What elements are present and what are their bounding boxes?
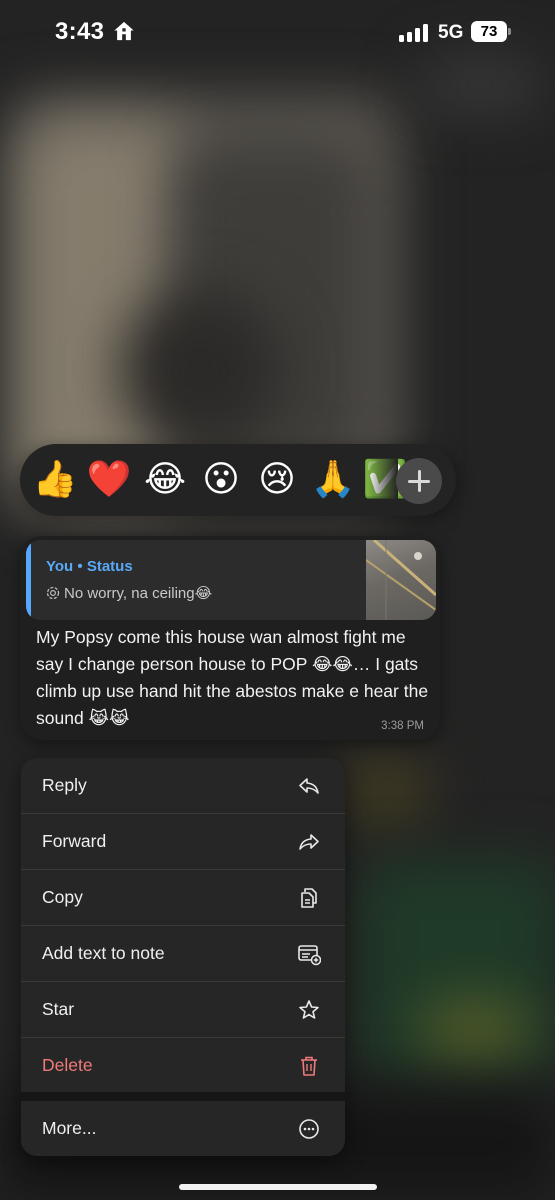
reaction-pray[interactable]: 🙏 [308,454,358,504]
menu-item-more[interactable]: More... [21,1101,345,1156]
status-ring-icon [46,586,60,600]
clock: 3:43 [55,18,105,45]
menu-item-reply[interactable]: Reply [21,758,345,814]
reaction-crying[interactable]: 😢 [252,454,302,504]
reaction-bar: 👍 ❤️ 😂 😮 😢 🙏 ✅ [20,444,456,516]
battery-tip [508,28,511,35]
quote-sender: You [46,558,74,575]
reaction-thumbs-up[interactable]: 👍 [30,454,80,504]
battery-level: 73 [480,23,498,40]
quote-header: You • Status [46,558,133,575]
message-bubble: You • Status No worry, na ceiling😂 My Po… [20,536,440,740]
message-action-menu: Reply Forward Copy Add text to note Star… [21,758,345,1156]
status-bar: 3:43 5G 73 [0,0,555,68]
message-timestamp: 3:38 PM [381,720,424,732]
network-type: 5G [438,22,464,43]
menu-item-copy[interactable]: Copy [21,870,345,926]
quote-snippet: No worry, na ceiling😂 [64,585,213,602]
more-circle-icon [299,1119,319,1139]
reaction-laughing[interactable]: 😂 [140,454,190,504]
trash-icon [301,1056,317,1076]
menu-item-forward[interactable]: Forward [21,814,345,870]
star-icon [299,1000,319,1019]
menu-item-add-text-to-note[interactable]: Add text to note [21,926,345,982]
reaction-heart[interactable]: ❤️ [84,454,134,504]
plus-icon[interactable] [396,458,442,504]
home-icon [114,21,134,41]
add-note-icon [298,945,321,966]
quote-source: Status [86,558,133,575]
forward-arrow-icon [299,834,319,850]
quoted-status-reply[interactable]: You • Status No worry, na ceiling😂 [26,540,436,620]
cellular-signal-icon [399,24,428,42]
reaction-surprised[interactable]: 😮 [196,454,246,504]
battery-icon: 73 [471,21,507,42]
menu-item-star[interactable]: Star [21,982,345,1038]
reply-arrow-icon [299,778,319,794]
copy-icon [301,888,317,908]
home-indicator[interactable] [179,1184,377,1190]
menu-item-delete[interactable]: Delete [21,1038,345,1093]
message-text: My Popsy come this house wan almost figh… [36,627,429,728]
status-thumbnail [366,540,436,620]
